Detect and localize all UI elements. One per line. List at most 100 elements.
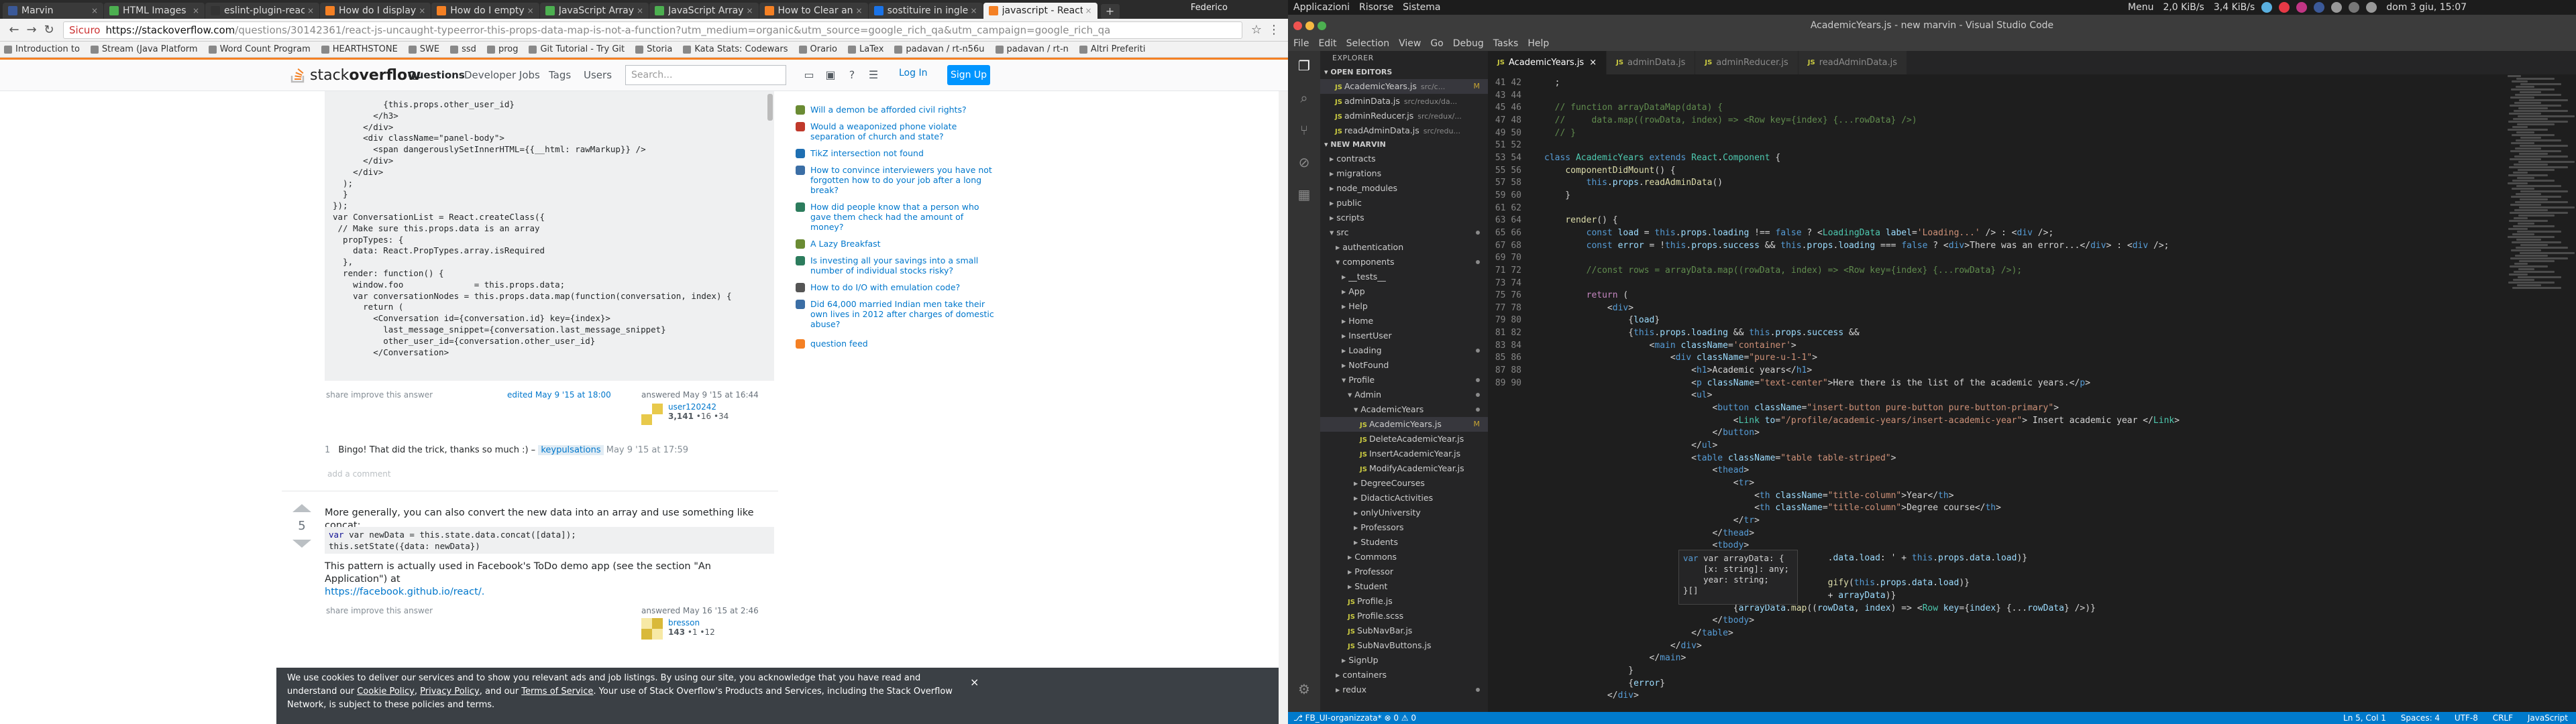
folder-item[interactable]: ▸ Students xyxy=(1320,535,1488,550)
bookmark-item[interactable]: SWE xyxy=(408,44,439,54)
bookmark-item[interactable]: HEARTHSTONE xyxy=(321,44,398,54)
bookmark-item[interactable]: ssd xyxy=(450,44,476,54)
menu-edit[interactable]: Edit xyxy=(1318,38,1336,49)
menu-selection[interactable]: Selection xyxy=(1346,38,1390,49)
folder-item[interactable]: ▸ redux xyxy=(1320,682,1488,697)
achievements-icon[interactable]: ▣ xyxy=(824,68,837,82)
cursor-position[interactable]: Ln 5, Col 1 xyxy=(2343,713,2386,723)
edited-info[interactable]: edited May 9 '15 at 18:00 xyxy=(507,390,611,400)
editor-tab[interactable]: JS adminData.js xyxy=(1607,51,1696,74)
login-link[interactable]: Log In xyxy=(899,68,927,78)
folder-item[interactable]: ▾ Profile xyxy=(1320,373,1488,387)
browser-tab[interactable]: How do I display × xyxy=(320,3,431,19)
forward-icon[interactable]: → xyxy=(23,21,40,39)
nav-users[interactable]: Users xyxy=(584,69,612,81)
tab-close-icon[interactable]: × xyxy=(856,6,863,15)
editor-tab[interactable]: JS readAdminData.js xyxy=(1798,51,1907,74)
bookmark-item[interactable]: Git Tutorial - Try Git xyxy=(529,44,625,54)
file-item[interactable]: JS SubNavBar.js xyxy=(1320,623,1488,638)
folder-item[interactable]: ▾ src xyxy=(1320,225,1488,240)
menu-help[interactable]: Help xyxy=(1527,38,1549,49)
extensions-icon[interactable]: ▦ xyxy=(1296,186,1312,202)
browser-tab[interactable]: Marvin × xyxy=(3,3,103,19)
network-icon[interactable] xyxy=(2331,2,2343,13)
cookie-policy-link[interactable]: Cookie Policy xyxy=(357,686,415,697)
browser-tab[interactable]: JavaScript Array × xyxy=(649,3,759,19)
facebook-link[interactable]: https://facebook.github.io/react/. xyxy=(325,587,484,597)
encoding[interactable]: UTF-8 xyxy=(2455,713,2478,723)
open-editor-item[interactable]: JS adminReducer.js src/redux/... xyxy=(1320,109,1488,123)
clock[interactable]: dom 3 giu, 15:07 xyxy=(2386,2,2467,13)
privacy-policy-link[interactable]: Privacy Policy xyxy=(420,686,480,697)
hot-question-link[interactable]: How to convince interviewers you have no… xyxy=(796,165,997,195)
hot-question-link[interactable]: Will a demon be afforded civil rights? xyxy=(796,105,997,115)
folder-item[interactable]: ▸ node_modules xyxy=(1320,181,1488,196)
open-editor-item[interactable]: JS AcademicYears.js src/c... M xyxy=(1320,79,1488,94)
browser-tab[interactable]: JavaScript Array × xyxy=(539,3,649,19)
url-field[interactable]: Sicuro https://stackoverflow.com/questio… xyxy=(63,21,1242,39)
signup-button[interactable]: Sign Up xyxy=(947,65,990,85)
folder-item[interactable]: ▸ migrations xyxy=(1320,166,1488,181)
places-menu[interactable]: Risorse xyxy=(1359,2,1393,13)
folder-item[interactable]: ▸ DegreeCourses xyxy=(1320,476,1488,491)
hot-question-link[interactable]: Did 64,000 married Indian men take their… xyxy=(796,299,997,329)
tab-close-icon[interactable]: × xyxy=(527,6,534,15)
minimize-window-icon[interactable] xyxy=(1305,21,1314,30)
hot-question-link[interactable]: A Lazy Breakfast xyxy=(796,239,997,249)
editor-tab[interactable]: JS AcademicYears.js × xyxy=(1488,51,1607,74)
open-editors-header[interactable]: ▾ OPEN EDITORS xyxy=(1320,66,1488,79)
tab-close-icon[interactable]: × xyxy=(971,6,977,15)
folder-item[interactable]: ▸ App xyxy=(1320,284,1488,299)
browser-tab[interactable]: HTML Images × xyxy=(104,3,205,19)
bluetooth-icon[interactable] xyxy=(2261,2,2273,13)
app-icon[interactable] xyxy=(2279,2,2290,13)
profile-user[interactable]: Federico xyxy=(1191,3,1228,13)
file-item[interactable]: JS InsertAcademicYear.js xyxy=(1320,446,1488,461)
folder-item[interactable]: ▸ SignUp xyxy=(1320,653,1488,668)
bookmark-item[interactable]: padavan / rt-n56u xyxy=(894,44,985,54)
bookmark-item[interactable]: LaTex xyxy=(847,44,883,54)
browser-tab[interactable]: How do I empty × xyxy=(431,3,539,19)
folder-item[interactable]: ▾ components xyxy=(1320,255,1488,269)
maximize-window-icon[interactable] xyxy=(1318,21,1326,30)
stackoverflow-logo[interactable]: stack overflow xyxy=(290,66,421,84)
applications-menu[interactable]: Applicazioni xyxy=(1293,2,1350,13)
bookmark-item[interactable]: Storia xyxy=(635,44,672,54)
file-item[interactable]: JS ModifyAcademicYear.js xyxy=(1320,461,1488,476)
code-text[interactable]: ; // function arrayDataMap(data) { // da… xyxy=(1544,74,2497,712)
tab-close-icon[interactable]: × xyxy=(746,6,753,15)
share-links-2[interactable]: share improve this answer xyxy=(326,606,433,615)
browser-tab[interactable]: How to Clear an × xyxy=(759,3,868,19)
menu-go[interactable]: Go xyxy=(1430,38,1443,49)
code-scrollbar[interactable] xyxy=(767,94,773,121)
bookmark-item[interactable]: Stream (Java Platform xyxy=(90,44,198,54)
hot-question-link[interactable]: How did people know that a person who ga… xyxy=(796,202,997,232)
comment-user[interactable]: keypulsations xyxy=(538,445,604,455)
instagram-icon[interactable] xyxy=(2296,2,2308,13)
menu-debug[interactable]: Debug xyxy=(1453,38,1484,49)
git-branch[interactable]: ⎇ FB_UI-organizzata* ⊗ 0 ⚠ 0 xyxy=(1293,713,1416,723)
debug-icon[interactable]: ⊘ xyxy=(1296,154,1312,170)
folder-item[interactable]: ▸ Home xyxy=(1320,314,1488,328)
hot-question-link[interactable]: TikZ intersection not found xyxy=(796,148,997,158)
language-mode[interactable]: JavaScript xyxy=(2528,713,2568,723)
question-feed-link[interactable]: question feed xyxy=(796,339,997,349)
tray-menu-label[interactable]: Menu xyxy=(2128,2,2153,13)
close-window-icon[interactable] xyxy=(1293,21,1302,30)
inbox-icon[interactable]: ▭ xyxy=(802,68,816,82)
gear-icon[interactable]: ⚙ xyxy=(1296,681,1312,697)
folder-item[interactable]: ▾ AcademicYears xyxy=(1320,402,1488,417)
menu-view[interactable]: View xyxy=(1399,38,1421,49)
star-icon[interactable]: ☆ xyxy=(1248,21,1265,39)
browser-tab[interactable]: sostituire in inglese× xyxy=(868,3,983,19)
menu-file[interactable]: File xyxy=(1293,38,1309,49)
folder-item[interactable]: ▸ authentication xyxy=(1320,240,1488,255)
folder-item[interactable]: ▸ scripts xyxy=(1320,210,1488,225)
nav-tags[interactable]: Tags xyxy=(549,69,571,81)
folder-item[interactable]: ▸ Student xyxy=(1320,579,1488,594)
avatar[interactable] xyxy=(641,618,663,640)
close-icon[interactable]: × xyxy=(970,676,979,689)
hot-question-link[interactable]: How to do I/O with emulation code? xyxy=(796,282,997,292)
folder-item[interactable]: ▸ NotFound xyxy=(1320,358,1488,373)
menu-icon[interactable]: ⋮ xyxy=(1265,21,1283,39)
